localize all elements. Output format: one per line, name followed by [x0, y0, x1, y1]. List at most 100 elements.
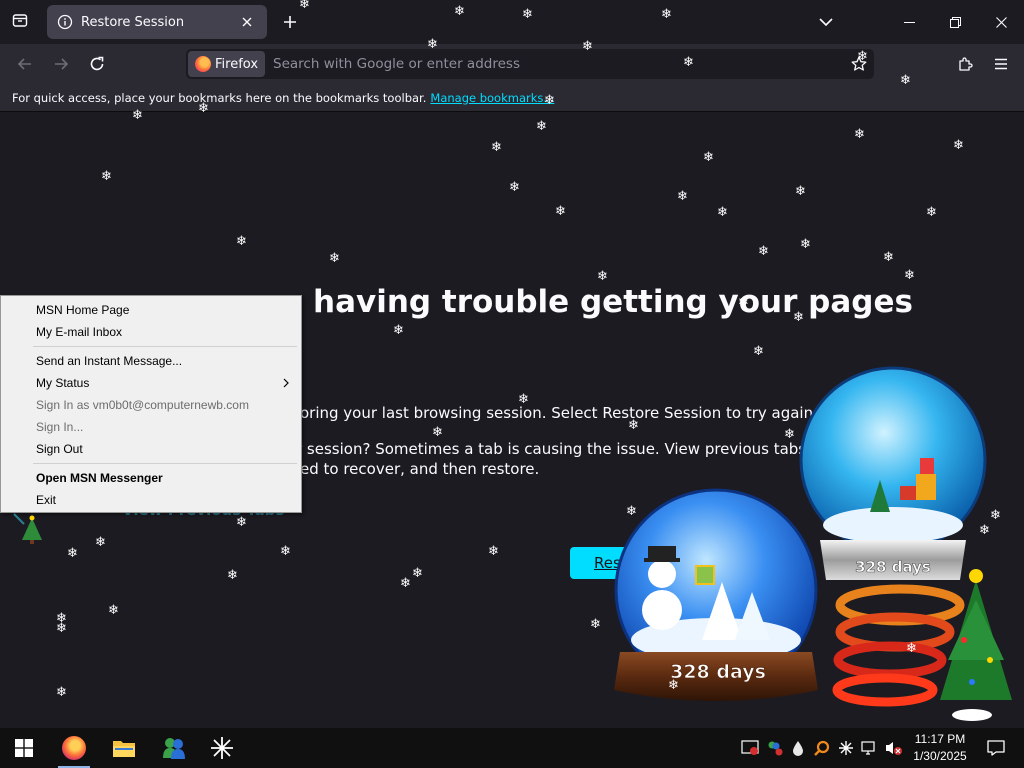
tray-security-icon[interactable]	[740, 738, 760, 758]
menu-item-sign-in-as: Sign In as vm0b0t@computernewb.com	[36, 398, 249, 412]
snowflake-icon: ❄	[509, 180, 520, 195]
page-title: having trouble getting your pages	[313, 284, 913, 320]
tray-volume-muted-icon[interactable]	[884, 738, 904, 758]
tab-title: Restore Session	[81, 14, 185, 30]
snowflake-icon: ❄	[661, 7, 672, 22]
restore-help-line-2: ed to recover, and then restore.	[300, 460, 540, 478]
system-clock[interactable]: 11:17 PM 1/30/2025	[910, 731, 970, 765]
snowflake-icon: ❄	[717, 205, 728, 220]
snowflake-icon: ❄	[56, 685, 67, 700]
snowflake-icon: ❄	[758, 244, 769, 259]
tab-close-button[interactable]	[237, 12, 257, 32]
taskbar-msn-messenger[interactable]	[150, 728, 198, 768]
close-icon	[995, 16, 1007, 28]
snowflake-icon: ❄	[518, 392, 529, 407]
snowflake-icon: ❄	[536, 119, 547, 134]
taskbar-firefox[interactable]	[50, 728, 98, 768]
tray-network-icon[interactable]	[860, 738, 880, 758]
reload-button[interactable]	[82, 49, 112, 79]
restore-help-line-1: r session? Sometimes a tab is causing th…	[296, 440, 816, 458]
tray-snowflake-icon[interactable]	[836, 738, 856, 758]
extensions-button[interactable]	[950, 49, 980, 79]
snowflake-icon: ❄	[668, 678, 679, 693]
menu-item-msn-home-page[interactable]: MSN Home Page	[3, 299, 299, 321]
restore-explanation-text: oring your last browsing session. Select…	[300, 404, 818, 422]
menu-item-my-status[interactable]: My Status	[3, 372, 299, 394]
snowflake-icon: ❄	[979, 523, 990, 538]
messenger-buddies-icon	[163, 738, 185, 759]
menu-item-exit[interactable]: Exit	[3, 489, 299, 511]
snowflake-icon: ❄	[299, 0, 310, 12]
close-window-button[interactable]	[978, 0, 1024, 44]
tab-bar: Restore Session	[0, 0, 1024, 44]
list-all-tabs-button[interactable]	[812, 8, 840, 36]
firefox-view-icon	[12, 12, 28, 32]
snowflake-icon: ❄	[784, 427, 795, 442]
restore-down-button[interactable]	[932, 0, 978, 44]
menu-item-send-instant-message[interactable]: Send an Instant Message...	[3, 350, 299, 372]
snowflake-icon: ❄	[522, 7, 533, 22]
snowflake-icon: ❄	[597, 269, 608, 284]
back-button[interactable]	[10, 49, 40, 79]
snowflake-icon: ❄	[67, 546, 78, 561]
taskbar-file-explorer[interactable]	[100, 728, 148, 768]
menu-item-sign-out[interactable]: Sign Out	[3, 438, 299, 460]
snowflake-icon: ❄	[432, 425, 443, 440]
snowflake-icon: ❄	[793, 310, 804, 325]
tray-search-icon[interactable]	[812, 738, 832, 758]
submenu-arrow-icon	[283, 377, 289, 391]
snowflake-icon: ❄	[883, 250, 894, 265]
snowflake-icon: ❄	[488, 544, 499, 559]
manage-bookmarks-link[interactable]: Manage bookmarks...	[430, 91, 554, 105]
taskbar-snow-app[interactable]	[198, 728, 246, 768]
puzzle-piece-icon	[959, 57, 973, 71]
snowflake-icon: ❄	[236, 234, 247, 249]
christmas-tree-icon	[13, 513, 42, 544]
firefox-icon	[62, 736, 86, 760]
snowflake-icon: ❄	[132, 108, 143, 123]
firefox-logo-icon	[195, 56, 211, 72]
new-tab-button[interactable]	[276, 8, 304, 36]
msn-messenger-context-menu: MSN Home Page My E-mail Inbox Send an In…	[0, 295, 302, 513]
tray-messenger-icon[interactable]	[764, 738, 784, 758]
bookmarks-empty-message: For quick access, place your bookmarks h…	[12, 90, 427, 105]
tray-droplet-icon[interactable]	[788, 738, 808, 758]
forward-button[interactable]	[46, 49, 76, 79]
tab-restore-session[interactable]: Restore Session	[47, 5, 267, 39]
snowflake-icon: ❄	[454, 4, 465, 19]
firefox-view-button[interactable]	[6, 8, 34, 36]
restore-down-icon	[949, 16, 961, 28]
snowflake-icon: ❄	[703, 150, 714, 165]
reload-icon	[90, 56, 104, 71]
chevron-down-icon	[819, 18, 833, 27]
snowflake-icon: ❄	[738, 295, 749, 310]
identity-label: Firefox	[215, 56, 259, 72]
menu-item-sign-in: Sign In...	[36, 420, 84, 434]
snowflake-icon: ❄	[101, 169, 112, 184]
snowflake-icon: ❄	[427, 37, 438, 52]
address-bar[interactable]: Firefox	[186, 49, 874, 79]
address-input[interactable]	[273, 56, 844, 72]
snowflake-icon: ❄	[590, 617, 601, 632]
info-icon	[57, 14, 73, 30]
menu-separator	[33, 346, 297, 347]
restore-session-button[interactable]: Res	[570, 547, 720, 579]
close-icon	[242, 17, 252, 27]
menu-item-open-msn-messenger[interactable]: Open MSN Messenger	[3, 467, 299, 489]
menu-item-email-inbox[interactable]: My E-mail Inbox	[3, 321, 299, 343]
snowflake-icon: ❄	[544, 93, 555, 108]
restore-help-text: r session? Sometimes a tab is causing th…	[296, 439, 816, 479]
snowflake-icon: ❄	[900, 73, 911, 88]
minimize-button[interactable]	[886, 0, 932, 44]
plus-icon	[284, 16, 296, 28]
action-center-button[interactable]	[976, 728, 1016, 768]
start-button[interactable]	[0, 728, 48, 768]
snowflake-icon: ❄	[95, 535, 106, 550]
snowflake-icon: ❄	[227, 568, 238, 583]
identity-box[interactable]: Firefox	[188, 51, 266, 77]
snowflake-icon: ❄	[926, 205, 937, 220]
snowflake-icon: ❄	[753, 344, 764, 359]
snowflake-icon: ❄	[800, 237, 811, 252]
snowflake-icon: ❄	[56, 621, 67, 636]
app-menu-button[interactable]	[986, 49, 1016, 79]
